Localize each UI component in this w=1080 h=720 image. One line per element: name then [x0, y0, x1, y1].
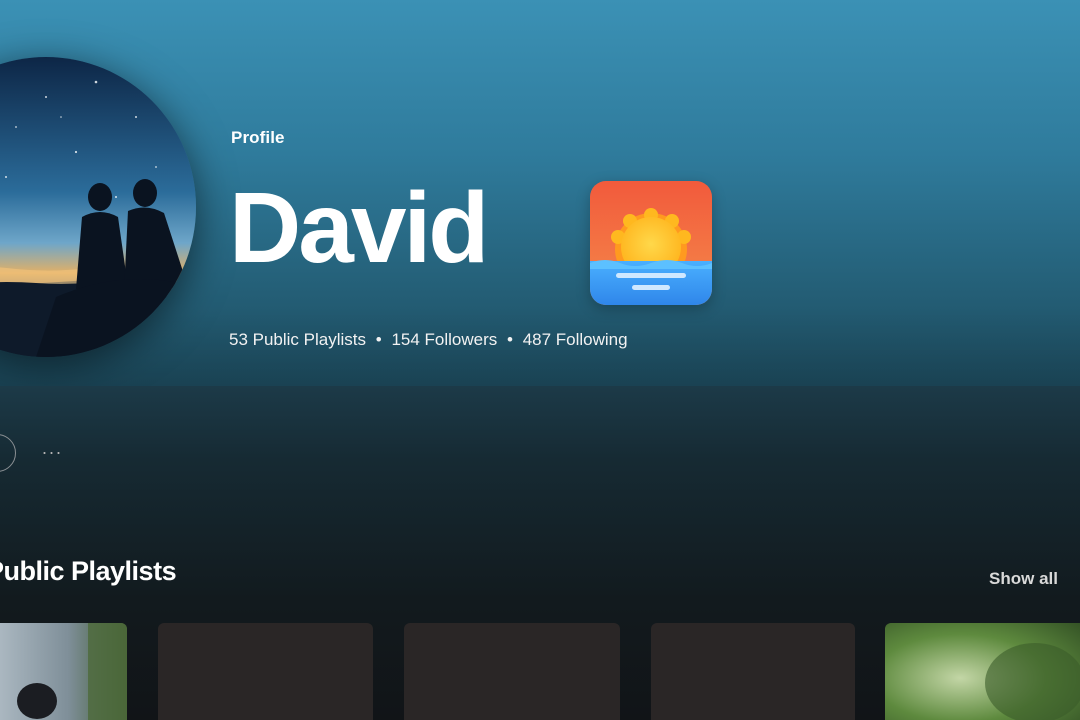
show-all-link[interactable]: Show all	[989, 569, 1058, 589]
profile-page: Profile David 53 Public Playlists • 154 …	[0, 0, 1080, 720]
more-options-button[interactable]: ···	[34, 440, 70, 466]
follow-button[interactable]	[0, 434, 16, 472]
stats-separator: •	[375, 330, 382, 349]
public-playlists-count[interactable]: 53 Public Playlists	[229, 330, 366, 349]
playlist-cover-image	[885, 623, 1080, 720]
profile-header: Profile David 53 Public Playlists • 154 …	[0, 0, 1080, 386]
playlist-card[interactable]	[404, 623, 620, 720]
public-playlists-heading[interactable]: Public Playlists	[0, 556, 177, 587]
following-count[interactable]: 487 Following	[523, 330, 628, 349]
profile-stats: 53 Public Playlists • 154 Followers • 48…	[229, 330, 628, 350]
profile-name[interactable]: David	[229, 168, 489, 288]
playlist-card[interactable]	[885, 623, 1080, 720]
playlist-card[interactable]	[158, 623, 373, 720]
playlist-cover-image	[0, 623, 127, 720]
profile-type-label: Profile	[231, 128, 285, 147]
followers-count[interactable]: 154 Followers	[391, 330, 497, 349]
playlist-card[interactable]	[651, 623, 855, 720]
playlist-card[interactable]	[0, 623, 127, 720]
sunrise-emoji-icon	[590, 181, 712, 305]
stats-separator: •	[507, 330, 513, 349]
